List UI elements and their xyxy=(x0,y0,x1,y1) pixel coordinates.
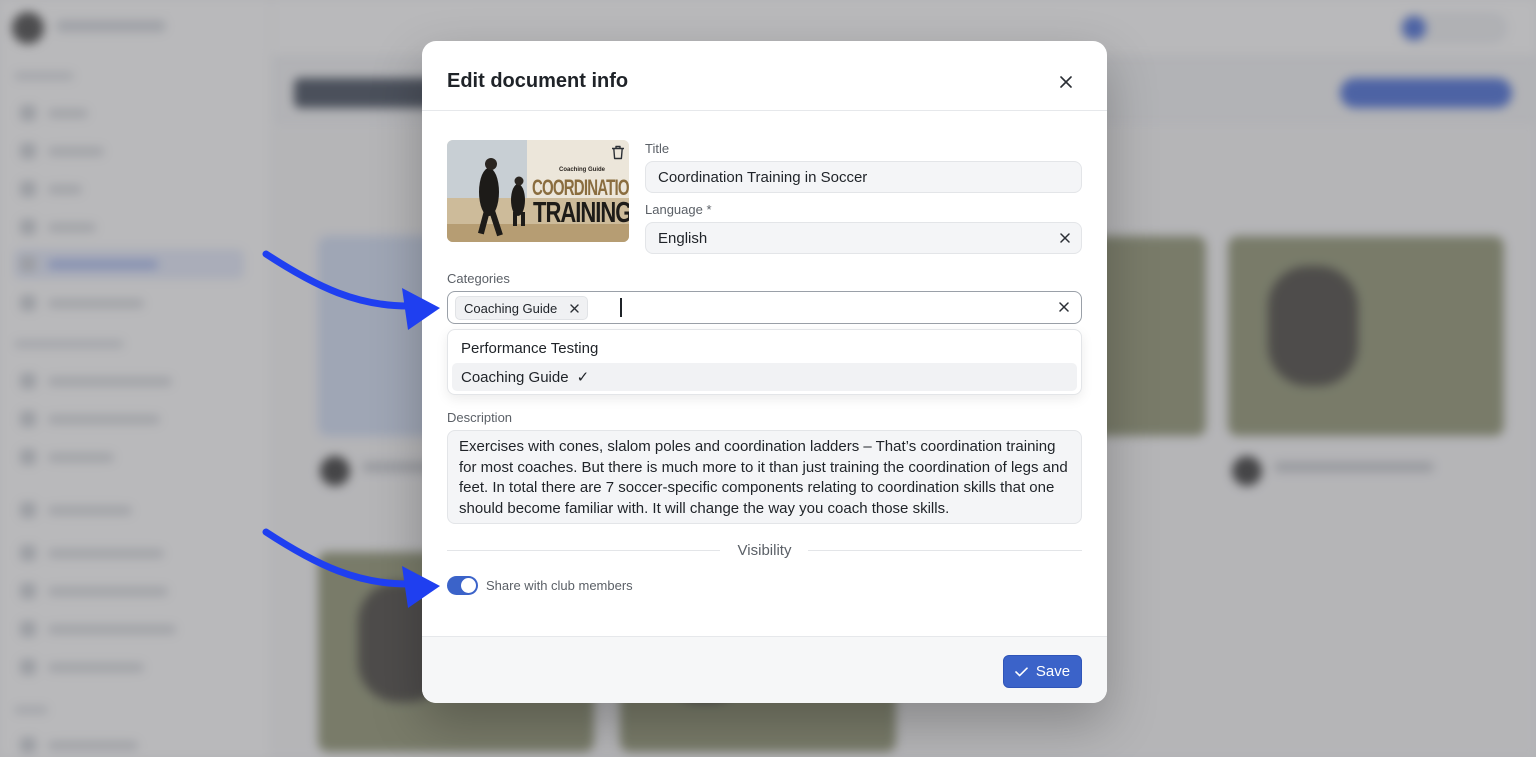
annotation-arrow-categories xyxy=(262,250,440,330)
description-label: Description xyxy=(447,410,513,425)
modal-title: Edit document info xyxy=(447,70,629,92)
check-icon: ✓ xyxy=(576,369,590,386)
close-icon xyxy=(570,303,579,313)
description-textarea[interactable]: Exercises with cones, slalom poles and c… xyxy=(447,430,1082,524)
trash-icon xyxy=(612,145,624,159)
category-chip-label: Coaching Guide xyxy=(464,300,558,316)
categories-label: Categories xyxy=(447,271,510,286)
modal-footer: Save xyxy=(422,636,1107,703)
thumbnail-kicker: Coaching Guide xyxy=(559,167,606,173)
divider-left xyxy=(447,550,720,551)
share-with-club-toggle[interactable] xyxy=(447,576,478,595)
dropdown-option-coaching-guide[interactable]: Coaching Guide ✓ xyxy=(452,363,1077,391)
language-select[interactable]: English xyxy=(645,222,1082,254)
thumbnail-headline-2: TRAINING xyxy=(533,196,629,229)
clear-categories-button[interactable] xyxy=(1055,298,1073,316)
modal-header: Edit document info xyxy=(422,41,1107,111)
save-button-label: Save xyxy=(1035,663,1071,680)
language-label: Language * xyxy=(645,202,712,217)
delete-thumbnail-button[interactable] xyxy=(608,142,628,162)
dropdown-option-performance-testing[interactable]: Performance Testing xyxy=(452,334,1077,362)
title-label: Title xyxy=(645,141,670,156)
edit-document-modal: Edit document info Coaching Guide COORDI… xyxy=(422,41,1107,703)
close-icon xyxy=(1060,233,1070,243)
share-with-club-label: Share with club members xyxy=(486,578,633,593)
text-caret xyxy=(620,298,622,317)
clear-language-button[interactable] xyxy=(1056,229,1074,247)
close-icon xyxy=(1060,76,1072,88)
toggle-knob xyxy=(461,578,476,593)
annotation-arrow-share-toggle xyxy=(262,528,440,608)
document-thumbnail: Coaching Guide COORDINATION TRAINING xyxy=(447,140,629,242)
option-label: Performance Testing xyxy=(461,339,599,357)
save-button[interactable]: Save xyxy=(1003,655,1082,688)
close-icon xyxy=(1059,302,1069,312)
remove-chip-button[interactable] xyxy=(567,301,581,315)
categories-input[interactable]: Coaching Guide xyxy=(447,291,1082,324)
close-button[interactable] xyxy=(1055,71,1077,93)
visibility-heading: Visibility xyxy=(737,542,792,559)
divider-right xyxy=(808,550,1082,551)
category-chip: Coaching Guide xyxy=(455,296,589,320)
categories-dropdown: Performance Testing Coaching Guide ✓ xyxy=(447,329,1082,395)
title-input[interactable]: Coordination Training in Soccer xyxy=(645,161,1082,193)
check-icon xyxy=(1015,666,1028,676)
option-label: Coaching Guide xyxy=(461,368,569,386)
